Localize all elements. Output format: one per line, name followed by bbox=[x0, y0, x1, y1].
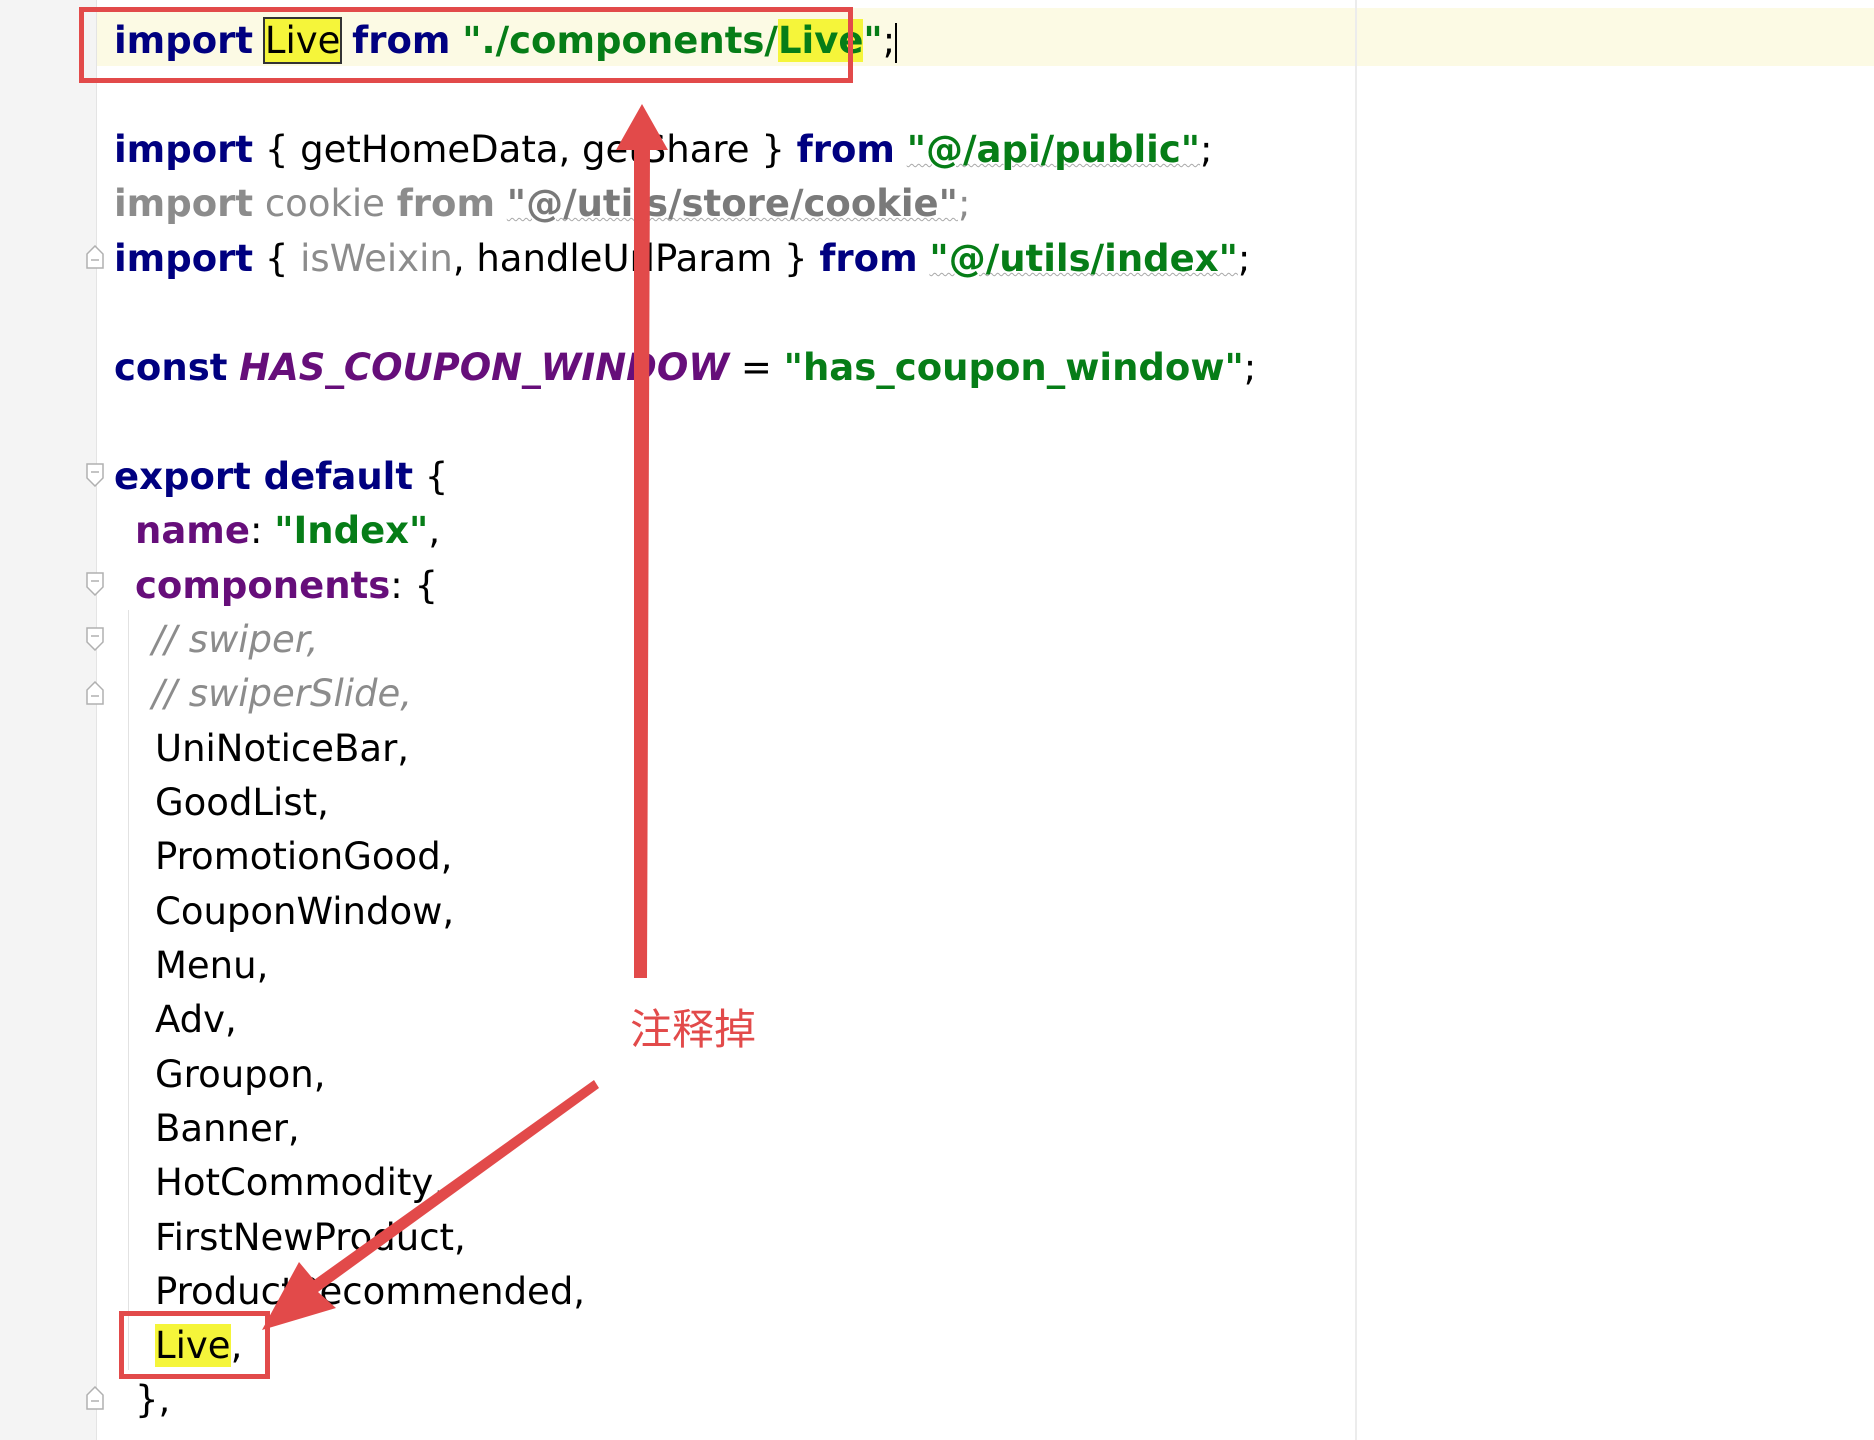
editor-screenshot: import Live from "./components/Live"; im… bbox=[0, 0, 1874, 1440]
arrow-down-left-icon bbox=[262, 1080, 599, 1330]
annotation-arrows bbox=[262, 104, 668, 1330]
annotation-label: 注释掉 bbox=[630, 1005, 757, 1054]
arrow-up-icon bbox=[616, 104, 668, 978]
